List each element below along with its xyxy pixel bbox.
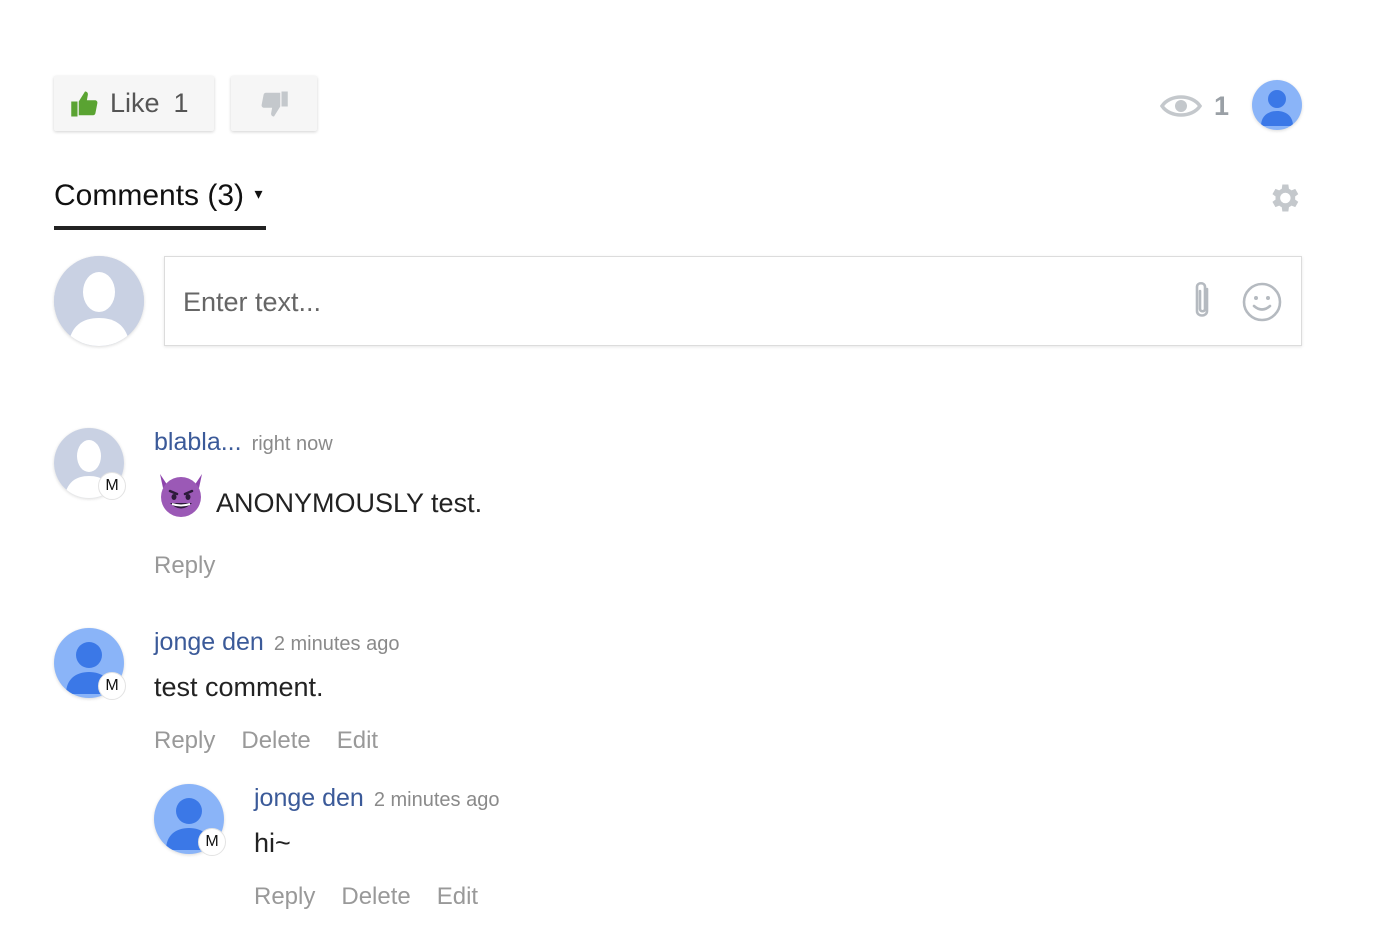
delete-link[interactable]: Delete xyxy=(241,727,310,754)
reply-link[interactable]: Reply xyxy=(254,883,315,910)
eye-icon xyxy=(1160,95,1202,117)
like-count: 1 xyxy=(173,88,189,118)
edit-link[interactable]: Edit xyxy=(337,727,378,754)
moderator-badge: M xyxy=(98,672,126,700)
comment-header: jonge den 2 minutes ago xyxy=(254,784,499,813)
delete-link[interactable]: Delete xyxy=(341,883,410,910)
dislike-button[interactable] xyxy=(231,76,317,131)
comment-header: blabla... right now xyxy=(154,428,333,457)
comment-text: ANONYMOUSLY test. xyxy=(216,488,483,518)
thumbs-down-icon xyxy=(261,91,288,116)
views-count: 1 xyxy=(1214,90,1230,121)
comment-item: M xyxy=(54,428,126,500)
comment-author[interactable]: jonge den xyxy=(154,628,264,656)
avatar[interactable]: M xyxy=(154,784,226,856)
gear-icon[interactable] xyxy=(1266,180,1302,216)
thumbs-up-icon xyxy=(71,91,98,116)
like-label: Like xyxy=(110,88,160,118)
comment-input[interactable] xyxy=(183,277,1163,327)
composer-avatar xyxy=(54,256,144,346)
comment-author[interactable]: blabla... xyxy=(154,428,242,456)
smiling-devil-emoji-icon xyxy=(160,474,202,517)
comment-item: M xyxy=(54,628,126,700)
tab-comments[interactable]: Comments (3) ▾ xyxy=(54,176,266,230)
anonymous-user-icon xyxy=(54,256,144,346)
comment-composer xyxy=(164,256,1302,346)
comment-actions: Reply Delete Edit xyxy=(154,727,404,755)
paperclip-icon[interactable] xyxy=(1185,281,1221,323)
avatar[interactable]: M xyxy=(54,428,126,500)
comment-actions: Reply Delete Edit xyxy=(254,883,504,911)
comment-text: test comment. xyxy=(154,672,324,702)
reply-link[interactable]: Reply xyxy=(154,552,215,579)
comment-body: hi~ xyxy=(254,828,291,859)
moderator-badge: M xyxy=(198,828,226,856)
comments-title: Comments (3) xyxy=(54,179,245,212)
comment-body: test comment. xyxy=(154,672,324,703)
moderator-badge: M xyxy=(98,472,126,500)
comment-body: ANONYMOUSLY test. xyxy=(154,466,482,520)
reply-link[interactable]: Reply xyxy=(154,727,215,754)
comment-item: M xyxy=(154,784,226,856)
avatar[interactable]: M xyxy=(54,628,126,700)
chevron-down-icon: ▾ xyxy=(254,186,263,203)
comment-actions: Reply xyxy=(154,552,241,580)
user-icon xyxy=(1261,90,1293,126)
like-button[interactable]: Like 1 xyxy=(54,76,214,131)
comment-header: jonge den 2 minutes ago xyxy=(154,628,399,657)
comment-time: 2 minutes ago xyxy=(373,789,500,811)
current-user-avatar[interactable] xyxy=(1252,80,1302,130)
comment-author[interactable]: jonge den xyxy=(254,784,364,812)
view-counter: 1 xyxy=(1160,86,1229,126)
comment-time: 2 minutes ago xyxy=(273,633,400,655)
comment-text: hi~ xyxy=(254,828,291,858)
emoji-icon[interactable] xyxy=(1241,281,1283,323)
edit-link[interactable]: Edit xyxy=(437,883,478,910)
comment-time: right now xyxy=(251,433,333,455)
